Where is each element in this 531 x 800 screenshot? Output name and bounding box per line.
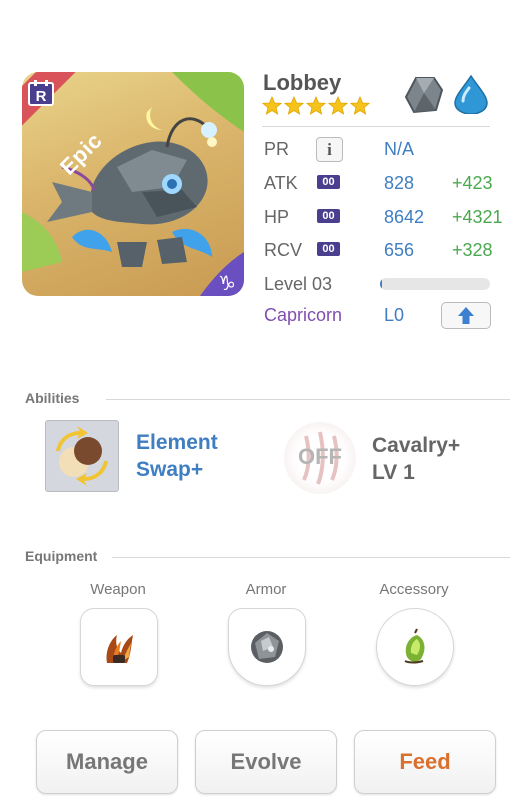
atk-value: 828	[384, 173, 415, 193]
pr-info-button[interactable]: i	[316, 137, 343, 162]
element-swap-ability[interactable]	[45, 420, 119, 492]
manage-button[interactable]: Manage	[36, 730, 178, 794]
star-icon	[284, 96, 304, 115]
ability-off-label: OFF	[298, 444, 342, 469]
abilities-section-title: Abilities	[25, 390, 80, 406]
feed-button[interactable]: Feed	[354, 730, 496, 794]
stone-armor-icon	[251, 631, 283, 663]
constellation-label[interactable]: Capricorn	[264, 305, 342, 326]
element-swap-name[interactable]: Element Swap+	[136, 429, 218, 483]
star-icon	[328, 96, 348, 115]
pr-label: PR	[264, 139, 290, 159]
level-label: Level 03	[264, 274, 333, 294]
ability-name-line1: Element	[136, 431, 218, 454]
hp-bonus: +4321	[452, 207, 503, 227]
hp-label: HP	[264, 207, 290, 227]
level-progress-fill	[380, 278, 383, 290]
rarity-r-icon: R	[28, 80, 54, 106]
star-rating	[262, 96, 370, 116]
green-gem-accessory-icon	[404, 628, 425, 664]
star-icon	[350, 96, 370, 115]
svg-text:R: R	[36, 88, 47, 105]
constellation-upgrade-button[interactable]	[441, 302, 491, 329]
rcv-bonus: +328	[452, 240, 493, 260]
water-element-icon	[454, 74, 488, 114]
constellation-level: L0	[384, 305, 405, 325]
hp-value: 8642	[384, 207, 425, 227]
weapon-label: Weapon	[90, 581, 146, 598]
star-icon	[262, 96, 282, 115]
star-icon	[306, 96, 326, 115]
evolve-button[interactable]: Evolve	[195, 730, 337, 794]
rcv-plus-chip: 00	[317, 242, 340, 256]
atk-bonus: +423	[452, 173, 493, 193]
atk-plus-chip: 00	[317, 175, 340, 189]
element-swap-icon	[56, 426, 108, 486]
rcv-value: 656	[384, 240, 415, 260]
earth-element-icon	[404, 77, 444, 114]
ability-name-line2: Swap+	[136, 458, 204, 481]
pr-value: N/A	[384, 139, 415, 159]
monster-name: Lobbey	[263, 70, 342, 95]
accessory-slot[interactable]	[376, 608, 454, 686]
atk-label: ATK	[264, 173, 298, 193]
abilities-divider	[106, 399, 510, 400]
capricorn-icon: ♑	[200, 252, 244, 296]
claw-weapon-icon	[106, 635, 133, 663]
equipment-divider	[112, 557, 510, 558]
armor-slot[interactable]	[228, 608, 306, 686]
ability-name-line1: Cavalry+	[372, 434, 461, 457]
hp-plus-chip: 00	[317, 209, 340, 223]
accessory-label: Accessory	[379, 581, 449, 598]
svg-text:♑: ♑	[218, 271, 236, 295]
rcv-label: RCV	[264, 240, 303, 260]
armor-label: Armor	[245, 581, 287, 598]
weapon-slot[interactable]	[80, 608, 158, 686]
cavalry-name[interactable]: Cavalry+ LV 1	[372, 432, 460, 486]
level-progress-bar	[380, 278, 490, 290]
cavalry-ability[interactable]: OFF	[284, 422, 356, 494]
arrow-up-icon	[458, 307, 474, 324]
ability-name-line2: LV 1	[372, 461, 415, 484]
header-divider	[262, 126, 490, 127]
monster-portrait-card[interactable]: Epic R ♑	[22, 72, 244, 296]
equipment-section-title: Equipment	[25, 548, 98, 564]
